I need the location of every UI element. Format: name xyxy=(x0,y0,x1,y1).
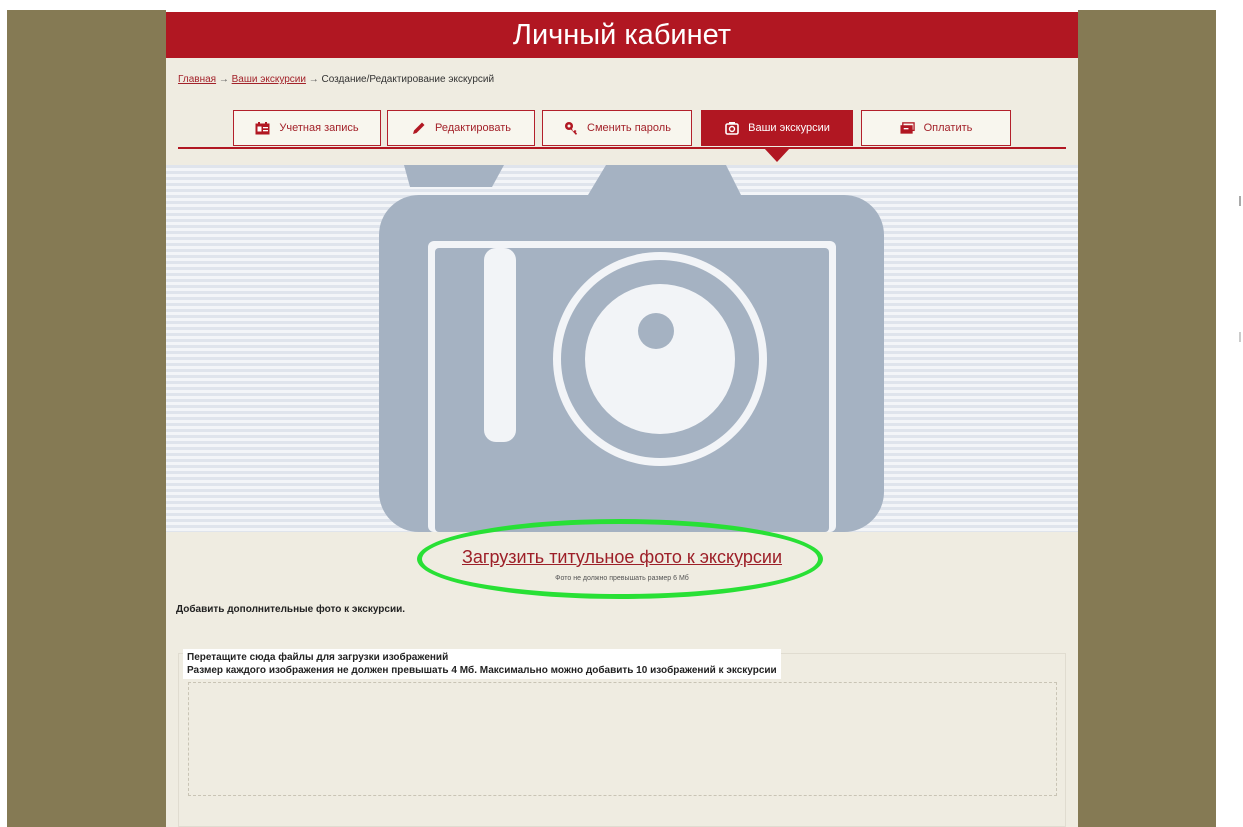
breadcrumb-separator: → xyxy=(308,74,319,85)
page-title: Личный кабинет xyxy=(512,19,732,51)
active-tab-pointer xyxy=(764,148,790,162)
tab-edit[interactable]: Редактировать xyxy=(387,110,535,146)
tab-change-password-label: Сменить пароль xyxy=(587,122,671,134)
breadcrumb: Главная → Ваши экскурсии → Создание/Реда… xyxy=(178,74,494,85)
key-icon xyxy=(563,121,578,136)
wallet-icon xyxy=(900,121,915,136)
tab-my-tours-label: Ваши экскурсии xyxy=(748,122,830,134)
pencil-icon xyxy=(411,121,426,136)
left-background-panel xyxy=(7,10,166,827)
tab-my-tours[interactable]: Ваши экскурсии xyxy=(701,110,853,146)
tab-account-label: Учетная запись xyxy=(279,122,359,134)
breadcrumb-current: Создание/Редактирование экскурсий xyxy=(321,74,495,85)
breadcrumb-separator: → xyxy=(218,74,229,85)
tab-edit-label: Редактировать xyxy=(435,122,511,134)
cover-photo-placeholder[interactable] xyxy=(166,165,1078,532)
tab-pay-label: Оплатить xyxy=(923,122,973,134)
upload-cover-wrap: Загрузить титульное фото к экскурсии xyxy=(166,547,1078,568)
camera-icon xyxy=(379,165,884,532)
id-card-icon xyxy=(255,121,270,136)
tab-change-password[interactable]: Сменить пароль xyxy=(542,110,692,146)
breadcrumb-tours-link[interactable]: Ваши экскурсии xyxy=(232,74,306,85)
header-bar: Личный кабинет xyxy=(166,12,1078,58)
upload-size-note: Фото не должно превышать размер 6 Мб xyxy=(555,575,689,582)
window-top-strip xyxy=(0,0,1243,10)
drop-instructions: Перетащите сюда файлы для загрузки изобр… xyxy=(183,649,781,679)
upload-cover-photo-link[interactable]: Загрузить титульное фото к экскурсии xyxy=(462,547,782,567)
tabs-underline xyxy=(178,147,1066,149)
right-background-panel xyxy=(1078,10,1216,827)
scrollbar-mark xyxy=(1239,332,1241,342)
tab-account[interactable]: Учетная запись xyxy=(233,110,381,146)
additional-photos-heading: Добавить дополнительные фото к экскурсии… xyxy=(176,604,406,615)
drop-instruction-line: Перетащите сюда файлы для загрузки изобр… xyxy=(187,652,449,663)
breadcrumb-home-link[interactable]: Главная xyxy=(178,74,216,85)
camera-icon xyxy=(724,121,739,136)
scrollbar-mark xyxy=(1239,196,1241,206)
drop-size-limit-line: Размер каждого изображения не должен пре… xyxy=(187,665,777,676)
account-page: Личный кабинет Главная → Ваши экскурсии … xyxy=(166,12,1078,827)
tab-pay[interactable]: Оплатить xyxy=(861,110,1011,146)
file-drop-zone[interactable] xyxy=(188,682,1057,796)
